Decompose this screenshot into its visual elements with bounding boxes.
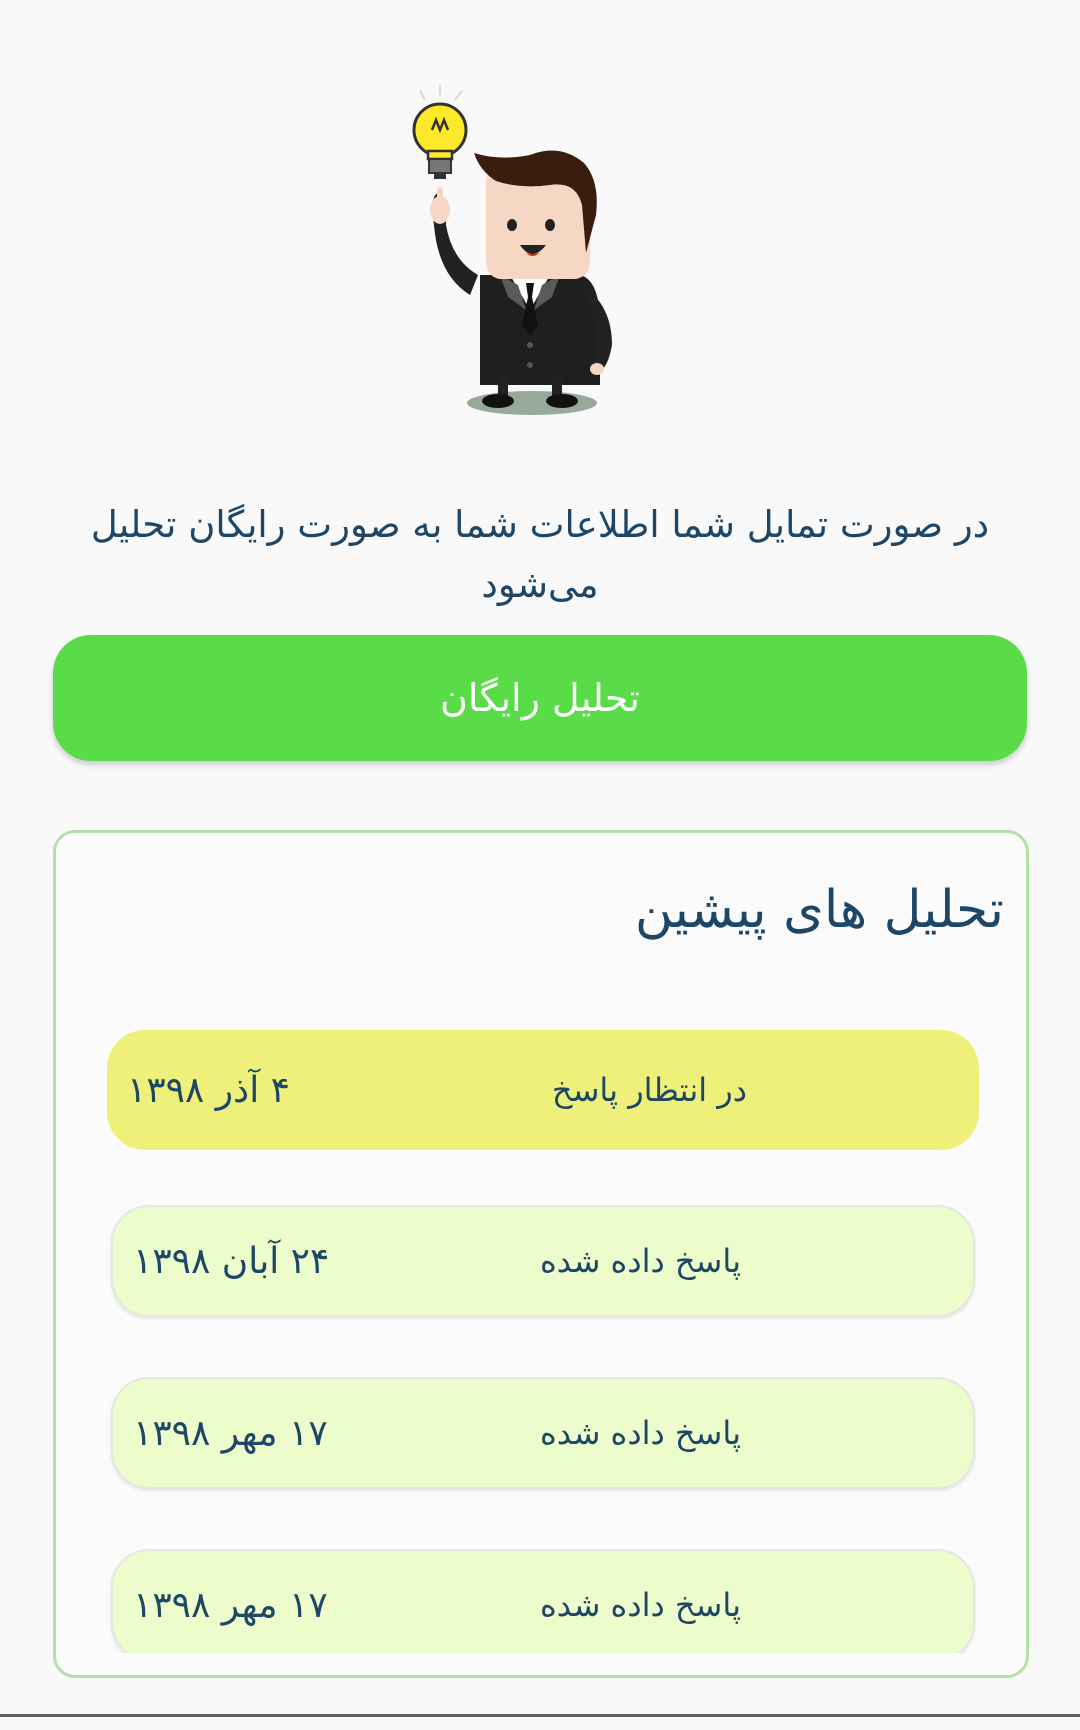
previous-analyses-card: تحلیل های پیشین در انتظار پاسخ ۴ آذر ۱۳۹…	[53, 830, 1029, 1678]
history-item-status: در انتظار پاسخ	[551, 1071, 747, 1109]
history-item-date: ۴ آذر ۱۳۹۸	[127, 1069, 290, 1111]
history-item-date: ۲۴ آبان ۱۳۹۸	[133, 1240, 330, 1282]
businessman-idea-illustration	[412, 85, 612, 415]
intro-description: در صورت تمایل شما اطلاعات شما به صورت را…	[90, 503, 990, 606]
history-item-status: پاسخ داده شده	[540, 1242, 741, 1280]
history-item-answered[interactable]: پاسخ داده شده ۱۷ مهر ۱۳۹۸	[111, 1549, 975, 1653]
history-item-pending[interactable]: در انتظار پاسخ ۴ آذر ۱۳۹۸	[107, 1030, 979, 1150]
free-analysis-button[interactable]: تحلیل رایگان	[53, 635, 1027, 761]
previous-analyses-list[interactable]: در انتظار پاسخ ۴ آذر ۱۳۹۸ پاسخ داده شده …	[56, 833, 1026, 1653]
bottom-divider	[0, 1714, 1080, 1717]
history-item-answered[interactable]: پاسخ داده شده ۱۷ مهر ۱۳۹۸	[111, 1377, 975, 1489]
lightbulb-rays-icon	[419, 85, 463, 101]
history-item-date: ۱۷ مهر ۱۳۹۸	[133, 1412, 328, 1454]
history-item-date: ۱۷ مهر ۱۳۹۸	[133, 1584, 328, 1626]
history-item-status: پاسخ داده شده	[540, 1586, 741, 1624]
history-item-status: پاسخ داده شده	[540, 1414, 741, 1452]
lightbulb-icon	[412, 102, 468, 179]
history-item-answered[interactable]: پاسخ داده شده ۲۴ آبان ۱۳۹۸	[111, 1205, 975, 1317]
